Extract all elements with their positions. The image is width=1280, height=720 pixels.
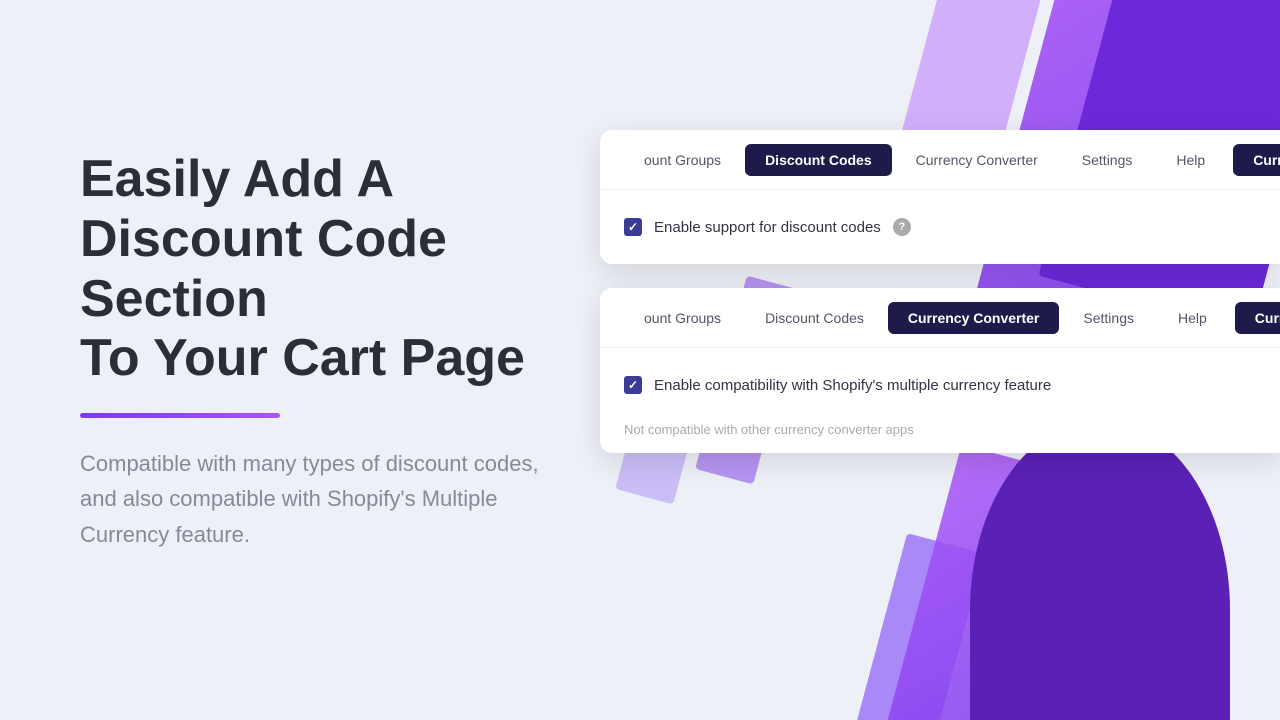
nav-item-discount-groups-top[interactable]: ount Groups xyxy=(624,144,741,176)
heading-underline xyxy=(80,413,280,418)
panel-bottom-content: Enable compatibility with Shopify's mult… xyxy=(600,348,1280,422)
help-icon-discount[interactable]: ? xyxy=(893,218,911,236)
left-content-area: Easily Add A Discount Code Section To Yo… xyxy=(80,150,620,552)
subtext: Compatible with many types of discount c… xyxy=(80,446,540,552)
nav-item-settings-top[interactable]: Settings xyxy=(1062,144,1153,176)
nav-item-help-top[interactable]: Help xyxy=(1156,144,1225,176)
nav-item-help-bottom[interactable]: Help xyxy=(1158,302,1227,334)
panel-top-content: Enable support for discount codes ? xyxy=(600,190,1280,264)
panel-top-nav: ount Groups Discount Codes Currency Conv… xyxy=(600,130,1280,190)
cta-button-bottom[interactable]: Current Plan xyxy=(1235,302,1280,334)
discount-codes-label: Enable support for discount codes xyxy=(654,219,881,236)
nav-item-discount-codes-bottom[interactable]: Discount Codes xyxy=(745,302,884,334)
panel-bottom-nav: ount Groups Discount Codes Currency Conv… xyxy=(600,288,1280,348)
panel-discount-codes: ount Groups Discount Codes Currency Conv… xyxy=(600,130,1280,264)
shape-bl1 xyxy=(884,444,1116,720)
panel-currency-converter: ount Groups Discount Codes Currency Conv… xyxy=(600,288,1280,453)
nav-item-currency-converter-top[interactable]: Currency Converter xyxy=(896,144,1058,176)
nav-item-discount-codes-top[interactable]: Discount Codes xyxy=(745,144,892,176)
main-heading: Easily Add A Discount Code Section To Yo… xyxy=(80,150,620,389)
currency-compat-checkbox[interactable] xyxy=(624,376,642,394)
currency-compat-label: Enable compatibility with Shopify's mult… xyxy=(654,377,1051,394)
nav-item-currency-converter-bottom[interactable]: Currency Converter xyxy=(888,302,1060,334)
ui-panels-container: ount Groups Discount Codes Currency Conv… xyxy=(600,130,1280,477)
nav-item-discount-groups-bottom[interactable]: ount Groups xyxy=(624,302,741,334)
nav-item-settings-bottom[interactable]: Settings xyxy=(1063,302,1154,334)
currency-note: Not compatible with other currency conve… xyxy=(600,422,1280,453)
discount-codes-checkbox[interactable] xyxy=(624,218,642,236)
cta-button-top[interactable]: Curr xyxy=(1233,144,1280,176)
shape-bl3 xyxy=(855,533,984,720)
